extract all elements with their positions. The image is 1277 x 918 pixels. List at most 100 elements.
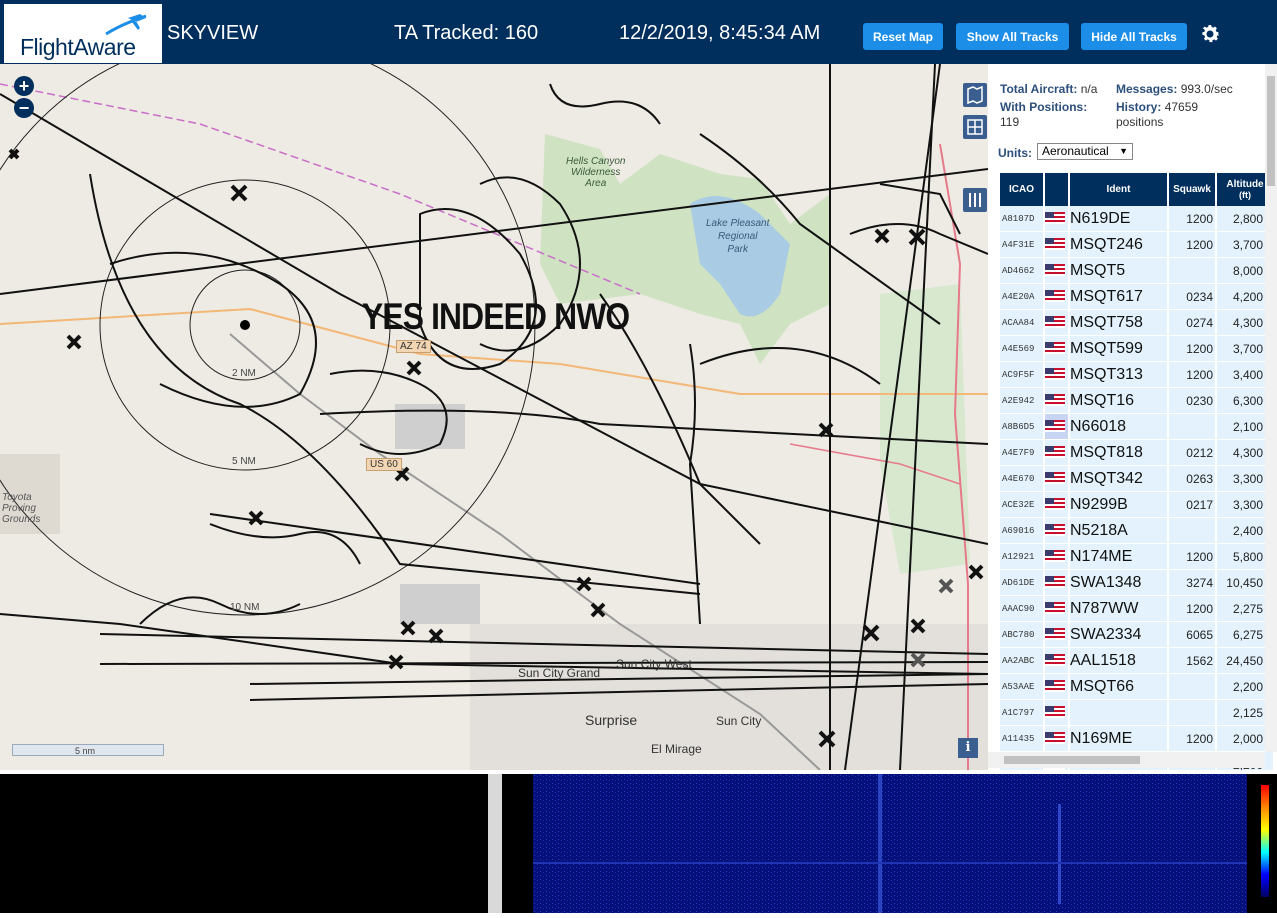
table-row[interactable]: A69016N5218A2,400▼ [1000,518,1273,544]
us-flag-icon [1045,654,1065,667]
waterfall-plot [533,774,1247,913]
table-row[interactable]: A8B6D5 N66018 2,100 [1000,414,1273,440]
grid-icon[interactable] [963,115,987,139]
panel-horizontal-scrollbar[interactable] [988,752,1265,768]
waterfall-noise [533,774,1247,913]
aircraft-panel: Total Aircraft: n/a With Positions: 119 … [988,64,1277,770]
table-row[interactable]: A4F31E MSQT246 1200 3,700 [1000,232,1273,258]
cell-flag [1045,232,1068,258]
cell-squawk: 0234 [1169,284,1215,310]
table-row[interactable]: A4E569 MSQT599 1200 3,700 [1000,336,1273,362]
us-flag-icon [1045,498,1065,511]
table-row[interactable]: AAAC90 N787WW 1200 2,275 [1000,596,1273,622]
flightaware-logo[interactable]: FlightAware [4,4,162,63]
proving-label-line2: Proving [2,503,36,514]
col-altitude-label: Altitude [1226,178,1264,190]
total-aircraft-value: n/a [1080,82,1098,96]
history-value: 47659 [1164,100,1199,114]
altitude-value: 3,300 [1232,497,1263,512]
table-row[interactable]: ABC780SWA233460656,275▼ [1000,622,1273,648]
scrollbar-thumb-horizontal[interactable] [1004,756,1140,764]
table-row[interactable]: A4E670 MSQT342 0263 3,300 [1000,466,1273,492]
altitude-value: 2,000 [1232,731,1263,746]
col-altitude-unit: (ft) [1239,189,1251,200]
reset-map-button[interactable]: Reset Map [863,23,943,50]
us-flag-icon [1045,238,1065,251]
cell-flag [1045,414,1068,440]
hide-all-tracks-button[interactable]: Hide All Tracks [1081,23,1187,50]
altitude-value: 3,300 [1232,471,1263,486]
table-row[interactable]: A12921N174ME12005,800▼ [1000,544,1273,570]
cell-ident: MSQT342 [1070,466,1167,492]
road-shield-az74: AZ 74 [396,340,431,353]
cell-icao: ACAA84 [1000,310,1043,336]
table-row[interactable]: A11435N169ME12002,000▼ [1000,726,1273,752]
range-ring-label-10nm: 10 NM [230,602,260,613]
table-row[interactable]: AC9F5FMSQT31312003,400▲ [1000,362,1273,388]
cell-squawk: 1200 [1169,336,1215,362]
cell-icao: A4E569 [1000,336,1043,362]
table-row[interactable]: ACE32E N9299B 0217 3,300 [1000,492,1273,518]
cell-flag [1045,674,1068,700]
table-row[interactable]: AD61DESWA1348327410,450▼ [1000,570,1273,596]
info-button[interactable]: i [958,738,978,758]
us-flag-icon [1045,732,1065,745]
show-all-tracks-button[interactable]: Show All Tracks [956,23,1069,50]
gear-icon[interactable] [1198,22,1222,46]
urban-area [470,624,988,770]
altitude-value: 3,400 [1232,367,1263,382]
units-select[interactable]: Aeronautical ▼ [1037,143,1133,160]
cell-icao: A4E670 [1000,466,1043,492]
cell-ident: MSQT246 [1070,232,1167,258]
altitude-value: 2,800 [1232,211,1263,226]
altitude-value: 2,100 [1232,419,1263,434]
us-flag-icon [1045,290,1065,303]
zoom-out-button[interactable]: − [14,98,34,118]
proving-label-line3: Grounds [2,514,41,525]
cell-icao: ACE32E [1000,492,1043,518]
col-icao[interactable]: ICAO [1000,173,1043,206]
map-layer-icon[interactable] [963,83,987,107]
altitude-value: 3,700 [1232,341,1263,356]
cell-ident: MSQT16 [1070,388,1167,414]
col-ident[interactable]: Ident [1070,173,1167,206]
zoom-in-button[interactable]: + [14,76,34,96]
cell-squawk [1169,700,1215,726]
table-row[interactable]: A2E942 MSQT16 0230 6,300 [1000,388,1273,414]
map-view[interactable]: + − Hells Canyon Wilderness Area Lake Pl… [0,64,988,770]
table-row[interactable]: A1C7972,125▼ [1000,700,1273,726]
columns-icon[interactable] [963,188,987,212]
cell-squawk: 1200 [1169,596,1215,622]
cell-squawk [1169,414,1215,440]
town-sun-city-grand: Sun City Grand [518,666,601,680]
col-squawk[interactable]: Squawk [1169,173,1215,206]
cell-flag [1045,622,1068,648]
col-flag[interactable] [1045,173,1068,206]
range-ring-label-2nm: 2 NM [232,368,256,379]
tracked-count: TA Tracked: 160 [394,22,539,44]
table-row[interactable]: A53AAEMSQT662,200▼ [1000,674,1273,700]
us-flag-icon [1045,264,1065,277]
table-row[interactable]: A4E20A MSQT617 0234 4,200 [1000,284,1273,310]
us-flag-icon [1045,628,1065,641]
cell-ident: MSQT758 [1070,310,1167,336]
aircraft-table: ICAO Ident Squawk Altitude (ft) A8107D N6… [998,173,1275,770]
cell-icao: A11435 [1000,726,1043,752]
table-row[interactable]: A8107D N619DE 1200 2,800 [1000,206,1273,232]
us-flag-icon [1045,602,1065,615]
aircraft-table-body: A8107D N619DE 1200 2,800 A4F31E MSQT246 1200 3,… [1000,206,1273,770]
panel-vertical-scrollbar[interactable] [1265,64,1277,752]
us-flag-icon [1045,680,1065,693]
town-el-mirage: El Mirage [651,742,702,756]
cell-ident: SWA2334 [1070,622,1167,648]
total-aircraft-label: Total Aircraft: [1000,82,1078,96]
table-row[interactable]: AD4662 MSQT5 8,000 [1000,258,1273,284]
table-row[interactable]: ACAA84 MSQT758 0274 4,300 [1000,310,1273,336]
wilderness-label-line1: Hells Canyon [566,156,626,167]
scrollbar-thumb[interactable] [1267,76,1275,186]
panel-divider[interactable] [488,774,502,913]
table-row[interactable]: AA2ABCAAL1518156224,450▲ [1000,648,1273,674]
us-flag-icon [1045,550,1065,563]
table-row[interactable]: A4E7F9 MSQT818 0212 4,300 [1000,440,1273,466]
cell-squawk: 0217 [1169,492,1215,518]
